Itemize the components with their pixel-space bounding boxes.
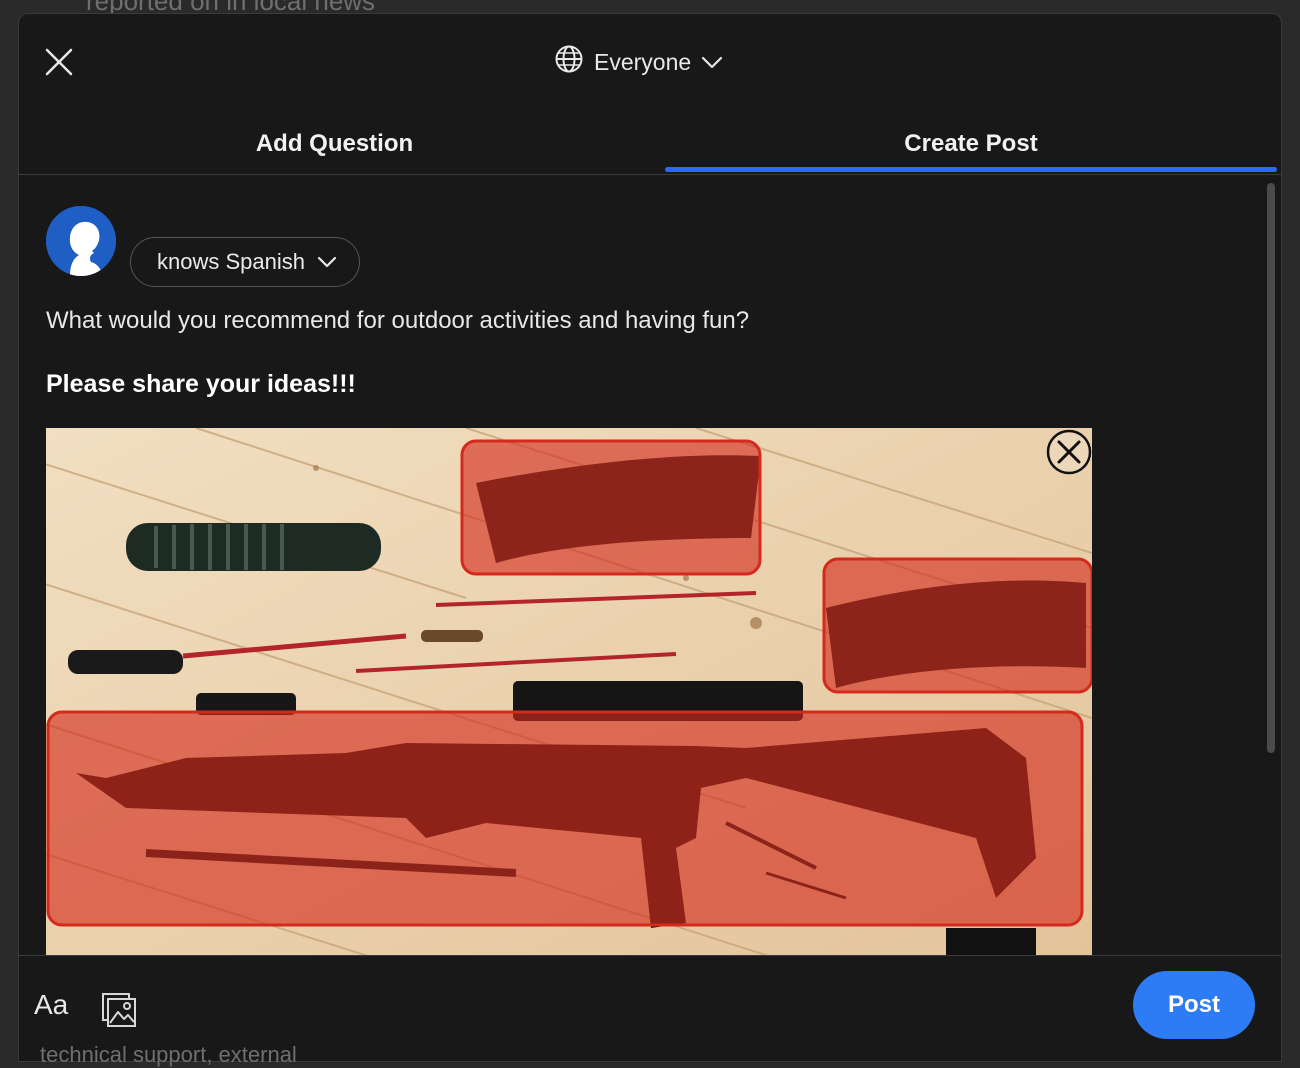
tab-bar: Add Question Create Post xyxy=(19,114,1281,175)
globe-icon xyxy=(554,44,584,80)
post-button[interactable]: Post xyxy=(1133,971,1255,1039)
audience-label: Everyone xyxy=(594,48,692,75)
avatar xyxy=(46,206,116,276)
scrollbar-thumb[interactable] xyxy=(1267,183,1275,753)
text-format-button[interactable]: Aa xyxy=(34,989,68,1021)
tab-create-post[interactable]: Create Post xyxy=(665,114,1277,174)
credential-selector[interactable]: knows Spanish xyxy=(130,237,360,287)
background-text-bottom: technical support, external xyxy=(40,1042,297,1067)
add-image-icon[interactable] xyxy=(101,992,137,1028)
create-post-modal: Everyone Add Question Create Post knows … xyxy=(18,13,1282,1062)
post-bold-text[interactable]: Please share your ideas!!! xyxy=(46,370,356,399)
scrollbar[interactable] xyxy=(1267,183,1275,763)
chevron-down-icon xyxy=(317,249,337,275)
credential-label: knows Spanish xyxy=(157,249,305,274)
remove-image-button[interactable] xyxy=(1045,428,1093,476)
tab-add-question[interactable]: Add Question xyxy=(19,114,650,174)
close-icon[interactable] xyxy=(41,44,77,80)
chevron-down-icon xyxy=(701,49,723,76)
attached-image xyxy=(46,428,1092,955)
active-tab-indicator xyxy=(665,167,1277,172)
post-editor: knows Spanish What would you recommend f… xyxy=(19,175,1281,955)
audience-selector[interactable]: Everyone xyxy=(554,44,723,80)
post-body-text[interactable]: What would you recommend for outdoor act… xyxy=(46,307,749,335)
